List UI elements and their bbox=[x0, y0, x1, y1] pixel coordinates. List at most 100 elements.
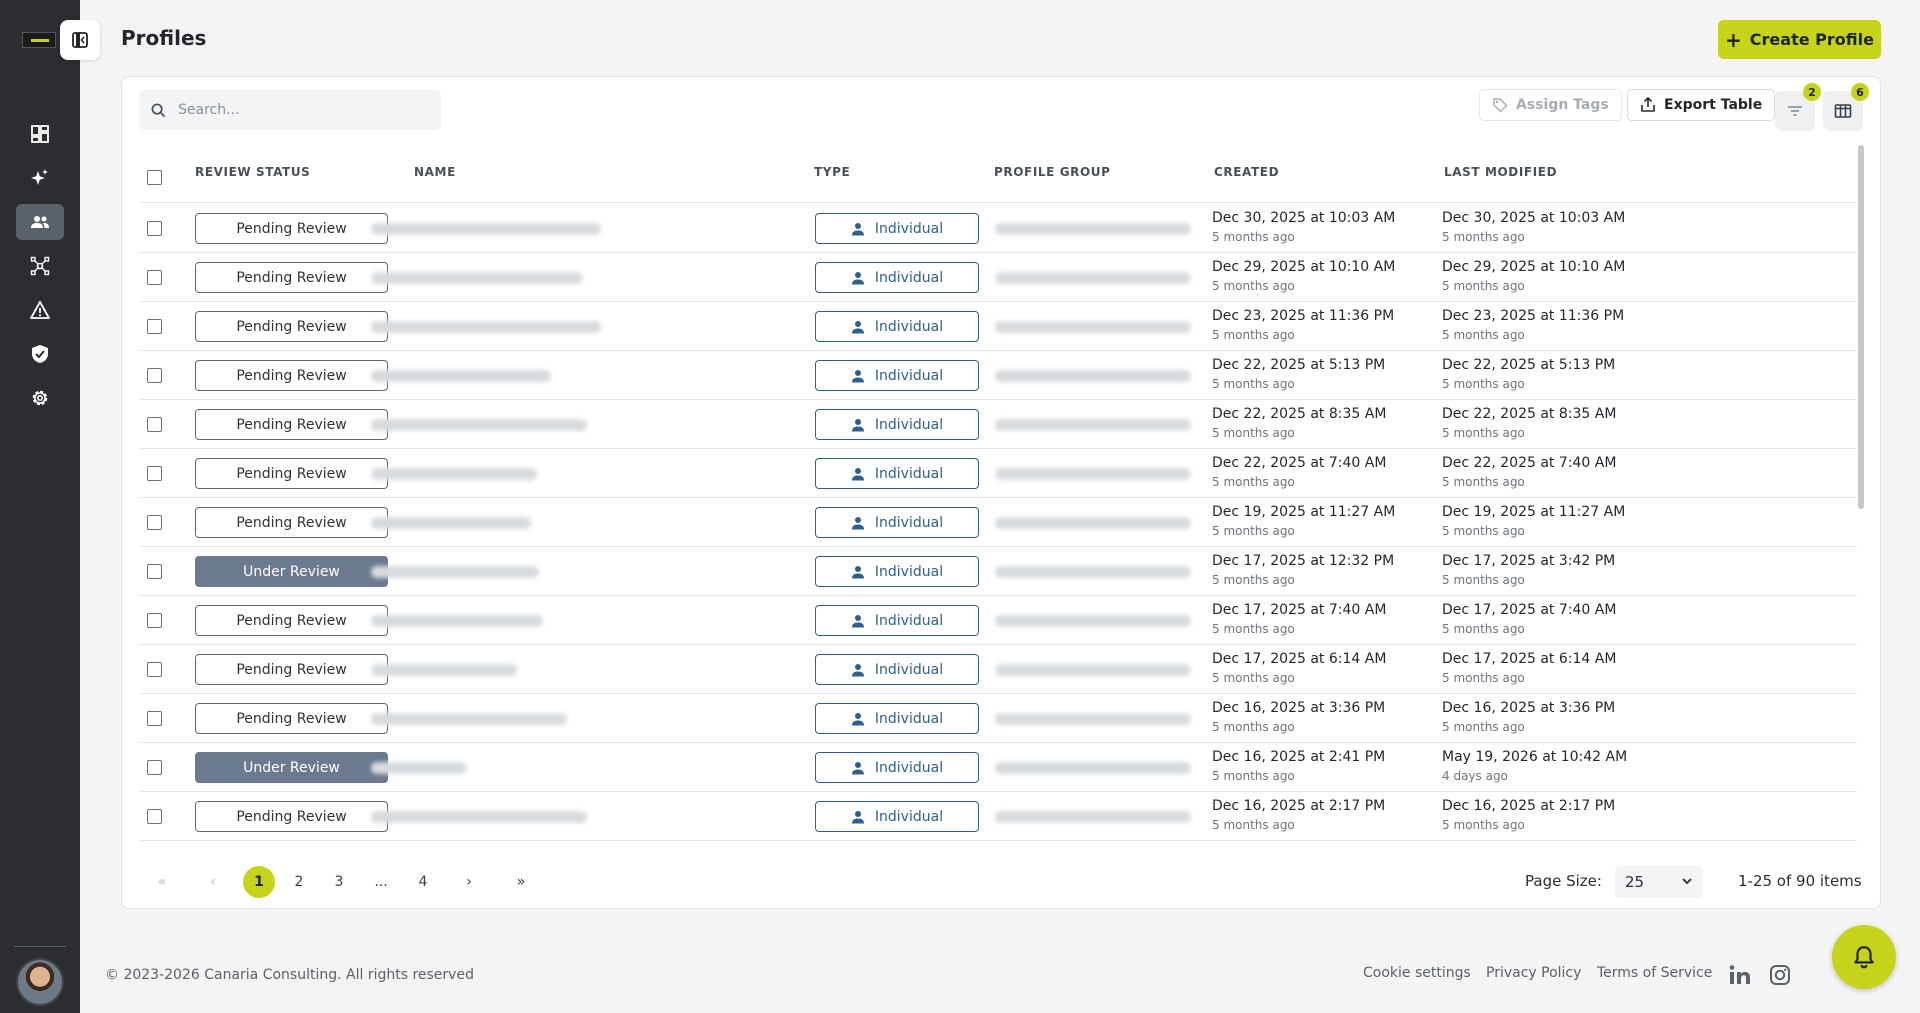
table-row[interactable]: Under Review Individual Dec 16, 2025 at 2:… bbox=[139, 743, 1857, 792]
notifications-button[interactable] bbox=[1832, 925, 1896, 989]
search-box[interactable] bbox=[139, 90, 441, 130]
review-status-badge[interactable]: Pending Review bbox=[195, 213, 388, 244]
table-row[interactable]: Under Review Individual Dec 17, 2025 at 12… bbox=[139, 547, 1857, 596]
row-checkbox[interactable] bbox=[147, 760, 162, 775]
table-row[interactable]: Pending Review Individual Dec 22, 2025 at … bbox=[139, 449, 1857, 498]
page-4-button[interactable]: 4 bbox=[407, 866, 439, 898]
row-checkbox[interactable] bbox=[147, 515, 162, 530]
person-icon bbox=[851, 712, 864, 725]
review-status-badge[interactable]: Pending Review bbox=[195, 311, 388, 342]
column-header-name[interactable]: NAME bbox=[414, 165, 456, 179]
table-row[interactable]: Pending Review Individual Dec 22, 2025 at … bbox=[139, 351, 1857, 400]
filter-button[interactable]: 2 bbox=[1775, 83, 1821, 131]
select-all-checkbox[interactable] bbox=[147, 170, 162, 185]
column-header-last-modified[interactable]: LAST MODIFIED bbox=[1444, 165, 1557, 179]
page-2-button[interactable]: 2 bbox=[283, 866, 315, 898]
profile-name-redacted[interactable] bbox=[371, 272, 583, 284]
filter-count-badge: 2 bbox=[1803, 83, 1821, 101]
table-row[interactable]: Pending Review Individual Dec 16, 2025 at … bbox=[139, 694, 1857, 743]
terms-of-service-link[interactable]: Terms of Service bbox=[1597, 965, 1712, 981]
row-checkbox[interactable] bbox=[147, 564, 162, 579]
profile-name-redacted[interactable] bbox=[371, 370, 551, 382]
profile-name-redacted[interactable] bbox=[371, 664, 517, 676]
export-table-button[interactable]: Export Table bbox=[1627, 89, 1776, 121]
row-checkbox[interactable] bbox=[147, 711, 162, 726]
page-1-button[interactable]: 1 bbox=[243, 866, 275, 898]
column-header-type[interactable]: TYPE bbox=[814, 165, 850, 179]
column-header-profile-group[interactable]: PROFILE GROUP bbox=[994, 165, 1111, 179]
table-row[interactable]: Pending Review Individual Dec 22, 2025 at … bbox=[139, 400, 1857, 449]
profile-name-redacted[interactable] bbox=[371, 615, 543, 627]
created-relative: 5 months ago bbox=[1212, 328, 1295, 342]
review-status-badge[interactable]: Pending Review bbox=[195, 703, 388, 734]
prev-page-button[interactable]: ‹ bbox=[197, 866, 229, 898]
page-3-button[interactable]: 3 bbox=[323, 866, 355, 898]
page-size-select[interactable]: 25 bbox=[1615, 866, 1703, 898]
last-page-button[interactable]: » bbox=[505, 866, 537, 898]
review-status-badge[interactable]: Pending Review bbox=[195, 801, 388, 832]
profile-name-redacted[interactable] bbox=[371, 811, 587, 823]
linkedin-icon[interactable] bbox=[1729, 964, 1751, 986]
search-input[interactable] bbox=[178, 102, 418, 118]
table-row[interactable]: Pending Review Individual Dec 30, 2025 at … bbox=[139, 204, 1857, 253]
first-page-button[interactable]: « bbox=[146, 866, 178, 898]
table-scrollbar[interactable] bbox=[1858, 145, 1864, 509]
profile-name-redacted[interactable] bbox=[371, 419, 587, 431]
profile-name-redacted[interactable] bbox=[371, 517, 531, 529]
table-row[interactable]: Pending Review Individual Dec 16, 2025 at … bbox=[139, 792, 1857, 841]
profile-name-redacted[interactable] bbox=[371, 566, 539, 578]
table-row[interactable]: Pending Review Individual Dec 17, 2025 at … bbox=[139, 596, 1857, 645]
row-checkbox[interactable] bbox=[147, 809, 162, 824]
user-avatar[interactable] bbox=[16, 958, 64, 1006]
sidebar-collapse-button[interactable] bbox=[60, 20, 100, 60]
row-checkbox[interactable] bbox=[147, 417, 162, 432]
row-checkbox[interactable] bbox=[147, 613, 162, 628]
review-status-badge[interactable]: Pending Review bbox=[195, 409, 388, 440]
dashboard-icon[interactable] bbox=[16, 116, 64, 152]
canaria-logo[interactable] bbox=[22, 32, 56, 48]
row-checkbox[interactable] bbox=[147, 466, 162, 481]
review-status-badge[interactable]: Pending Review bbox=[195, 360, 388, 391]
review-status-badge[interactable]: Pending Review bbox=[195, 458, 388, 489]
type-label: Individual bbox=[874, 808, 944, 825]
cookie-settings-link[interactable]: Cookie settings bbox=[1363, 965, 1471, 981]
settings-gear-icon[interactable] bbox=[16, 380, 64, 416]
profiles-users-icon[interactable] bbox=[16, 204, 64, 240]
assign-tags-button[interactable]: Assign Tags bbox=[1479, 89, 1622, 121]
next-page-button[interactable]: › bbox=[453, 866, 485, 898]
table-row[interactable]: Pending Review Individual Dec 23, 2025 at … bbox=[139, 302, 1857, 351]
created-date: Dec 22, 2025 at 7:40 AM bbox=[1212, 455, 1387, 471]
warning-icon[interactable] bbox=[16, 292, 64, 328]
review-status-badge[interactable]: Pending Review bbox=[195, 507, 388, 538]
shield-check-icon[interactable] bbox=[16, 336, 64, 372]
tag-icon bbox=[1493, 98, 1508, 113]
row-checkbox[interactable] bbox=[147, 270, 162, 285]
review-status-badge[interactable]: Under Review bbox=[195, 556, 388, 587]
privacy-policy-link[interactable]: Privacy Policy bbox=[1486, 965, 1581, 981]
column-header-review-status[interactable]: REVIEW STATUS bbox=[195, 165, 310, 179]
row-checkbox[interactable] bbox=[147, 221, 162, 236]
search-icon bbox=[151, 103, 166, 117]
row-checkbox[interactable] bbox=[147, 368, 162, 383]
profile-name-redacted[interactable] bbox=[371, 223, 601, 235]
profile-name-redacted[interactable] bbox=[371, 468, 537, 480]
page-ellipsis[interactable]: ... bbox=[365, 866, 397, 898]
profile-name-redacted[interactable] bbox=[371, 321, 601, 333]
table-row[interactable]: Pending Review Individual Dec 19, 2025 at … bbox=[139, 498, 1857, 547]
network-graph-icon[interactable] bbox=[16, 248, 64, 284]
row-checkbox[interactable] bbox=[147, 662, 162, 677]
instagram-icon[interactable] bbox=[1769, 964, 1791, 986]
table-row[interactable]: Pending Review Individual Dec 17, 2025 at … bbox=[139, 645, 1857, 694]
columns-button[interactable]: 6 bbox=[1823, 83, 1869, 131]
review-status-badge[interactable]: Pending Review bbox=[195, 605, 388, 636]
review-status-badge[interactable]: Pending Review bbox=[195, 262, 388, 293]
review-status-badge[interactable]: Under Review bbox=[195, 752, 388, 783]
review-status-badge[interactable]: Pending Review bbox=[195, 654, 388, 685]
profile-name-redacted[interactable] bbox=[371, 713, 567, 725]
table-row[interactable]: Pending Review Individual Dec 29, 2025 at … bbox=[139, 253, 1857, 302]
row-checkbox[interactable] bbox=[147, 319, 162, 334]
sparkle-icon[interactable] bbox=[16, 160, 64, 196]
column-header-created[interactable]: CREATED bbox=[1214, 165, 1279, 179]
profile-name-redacted[interactable] bbox=[371, 762, 467, 774]
create-profile-button[interactable]: + Create Profile bbox=[1718, 20, 1881, 59]
